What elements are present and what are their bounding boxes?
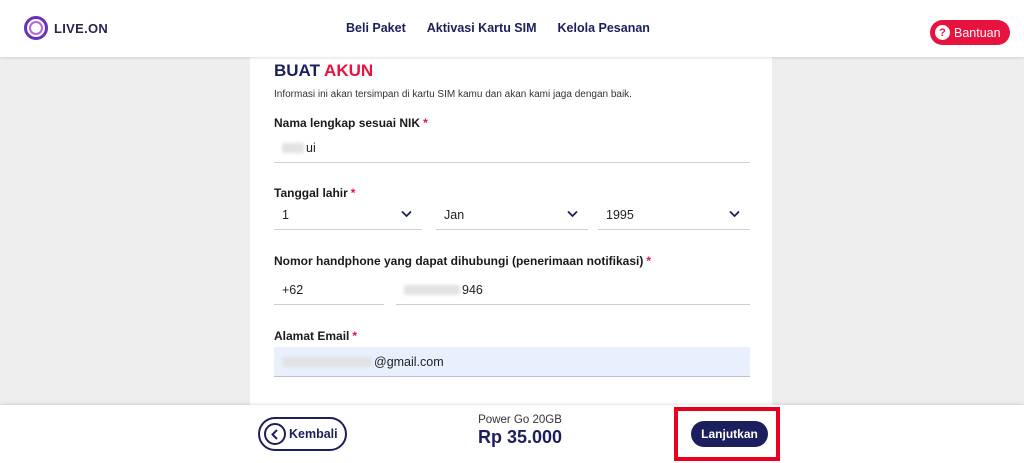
phone-number-value: 946 xyxy=(462,282,483,297)
next-button[interactable]: Lanjutkan xyxy=(691,421,768,447)
chevron-down-icon xyxy=(567,210,578,218)
title-accent: AKUN xyxy=(324,61,374,80)
back-label: Kembali xyxy=(289,427,338,441)
site-header: LIVE.ON Beli Paket Aktivasi Kartu SIM Ke… xyxy=(0,0,1024,57)
required-mark: * xyxy=(646,254,652,268)
country-code-field[interactable]: +62 xyxy=(274,275,384,305)
email-input[interactable]: @gmail.com xyxy=(274,347,750,377)
dob-month-value: Jan xyxy=(444,207,465,222)
main-nav: Beli Paket Aktivasi Kartu SIM Kelola Pes… xyxy=(346,21,671,35)
dob-year-value: 1995 xyxy=(606,207,634,222)
country-code-value: +62 xyxy=(282,282,304,297)
help-label: Bantuan xyxy=(954,25,1001,40)
logo-text: LIVE.ON xyxy=(54,20,109,36)
package-price: Rp 35.000 xyxy=(477,427,563,447)
nav-aktivasi-kartu-sim[interactable]: Aktivasi Kartu SIM xyxy=(427,21,537,35)
name-label-text: Nama lengkap sesuai NIK xyxy=(274,116,421,130)
nav-beli-paket[interactable]: Beli Paket xyxy=(346,21,406,35)
chevron-down-icon xyxy=(729,210,740,218)
back-button[interactable]: Kembali xyxy=(258,417,347,451)
dob-month-select[interactable]: Jan xyxy=(436,200,588,230)
bottom-action-bar: Kembali Power Go 20GB Rp 35.000 Lanjutka… xyxy=(0,405,1024,463)
chevron-left-icon xyxy=(264,423,286,445)
package-name: Power Go 20GB xyxy=(478,414,562,426)
create-account-form: BUAT AKUN Informasi ini akan tersimpan d… xyxy=(250,57,772,405)
package-summary: Power Go 20GB Rp 35.000 xyxy=(420,414,620,448)
required-mark: * xyxy=(350,186,356,200)
phone-label-text: Nomor handphone yang dapat dihubungi (pe… xyxy=(274,254,644,268)
nav-kelola-pesanan[interactable]: Kelola Pesanan xyxy=(558,21,650,35)
question-icon: ? xyxy=(935,25,950,40)
phone-number-input[interactable]: 946 xyxy=(396,275,750,305)
title-main: BUAT xyxy=(274,61,320,80)
redacted-text xyxy=(282,356,372,367)
dob-label: Tanggal lahir * xyxy=(274,186,355,200)
required-mark: * xyxy=(352,329,358,343)
full-name-input[interactable]: ui xyxy=(274,133,750,163)
full-name-value: ui xyxy=(306,140,316,155)
dob-label-text: Tanggal lahir xyxy=(274,186,348,200)
chevron-down-icon xyxy=(401,210,412,218)
page-title: BUAT AKUN xyxy=(274,61,373,81)
dob-day-select[interactable]: 1 xyxy=(274,200,422,230)
name-label: Nama lengkap sesuai NIK * xyxy=(274,116,428,130)
required-mark: * xyxy=(423,116,428,130)
email-label: Alamat Email * xyxy=(274,329,357,343)
phone-label: Nomor handphone yang dapat dihubungi (pe… xyxy=(274,254,651,268)
help-button[interactable]: ? Bantuan xyxy=(930,20,1010,45)
dob-day-value: 1 xyxy=(282,207,289,222)
redacted-text xyxy=(282,142,304,153)
dob-year-select[interactable]: 1995 xyxy=(598,200,750,230)
form-subtitle: Informasi ini akan tersimpan di kartu SI… xyxy=(274,89,632,100)
redacted-text xyxy=(404,284,460,295)
logo[interactable]: LIVE.ON xyxy=(24,16,108,40)
email-label-text: Alamat Email xyxy=(274,329,350,343)
logo-ring-icon xyxy=(24,16,48,40)
email-value: @gmail.com xyxy=(374,354,444,369)
